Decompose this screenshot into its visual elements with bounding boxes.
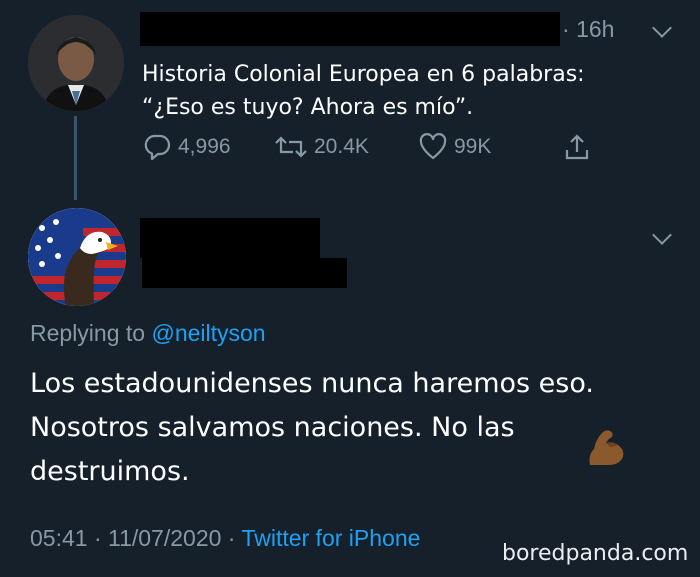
thread-line [74,116,77,200]
share-icon [565,134,589,160]
redacted-name [140,12,560,46]
avatar[interactable] [28,15,124,111]
avatar[interactable] [28,208,126,306]
redacted-name [140,218,320,258]
reply-count: 4,996 [178,135,231,158]
reply-button[interactable]: 4,996 [142,132,231,162]
reply-icon [144,134,171,161]
chevron-down-icon[interactable] [652,225,672,245]
retweet-count: 20.4K [314,135,369,158]
flexed-biceps-icon [584,425,628,469]
chevron-down-icon[interactable] [652,18,672,38]
redacted-handle [142,258,347,288]
tweet-time[interactable]: · 16h [562,16,614,43]
reply-text-line: Nosotros salvamos naciones. No las [30,412,515,443]
share-button[interactable] [562,132,592,162]
profile-photo-icon [28,15,124,111]
tweet-source[interactable]: Twitter for iPhone [241,525,420,551]
time-separator: · [562,16,577,42]
replying-to: Replying to @neiltyson [30,320,266,347]
tweet-actions: 4,996 20.4K 99K [142,132,622,172]
time-ago: 16h [576,16,615,42]
like-button[interactable]: 99K [418,132,491,162]
heart-icon [419,133,447,160]
watermark: boredpanda.com [502,541,689,566]
retweet-button[interactable]: 20.4K [274,132,369,162]
tweet-text-line: “¿Eso es tuyo? Ahora es mío”. [142,95,474,120]
retweet-icon [275,136,307,158]
like-count: 99K [454,135,492,158]
replying-to-label: Replying to [30,320,152,346]
eagle-flag-icon [28,208,126,306]
reply-text-line: destruimos. [30,456,190,487]
tweet-timestamp: 05:41 · 11/07/2020 · Twitter for iPhone [30,525,420,552]
original-tweet: · 16h Historia Colonial Europea en 6 pal… [0,0,700,190]
tweet-text-line: Historia Colonial Europea en 6 palabras: [142,62,585,87]
replying-to-handle[interactable]: @neiltyson [151,320,265,346]
reply-text-line: Los estadounidenses nunca haremos eso. [30,368,594,399]
reply-text: Los estadounidenses nunca haremos eso. N… [30,362,670,494]
tweet-text: Historia Colonial Europea en 6 palabras:… [142,58,662,124]
timestamp-text[interactable]: 05:41 · 11/07/2020 · [30,525,241,551]
